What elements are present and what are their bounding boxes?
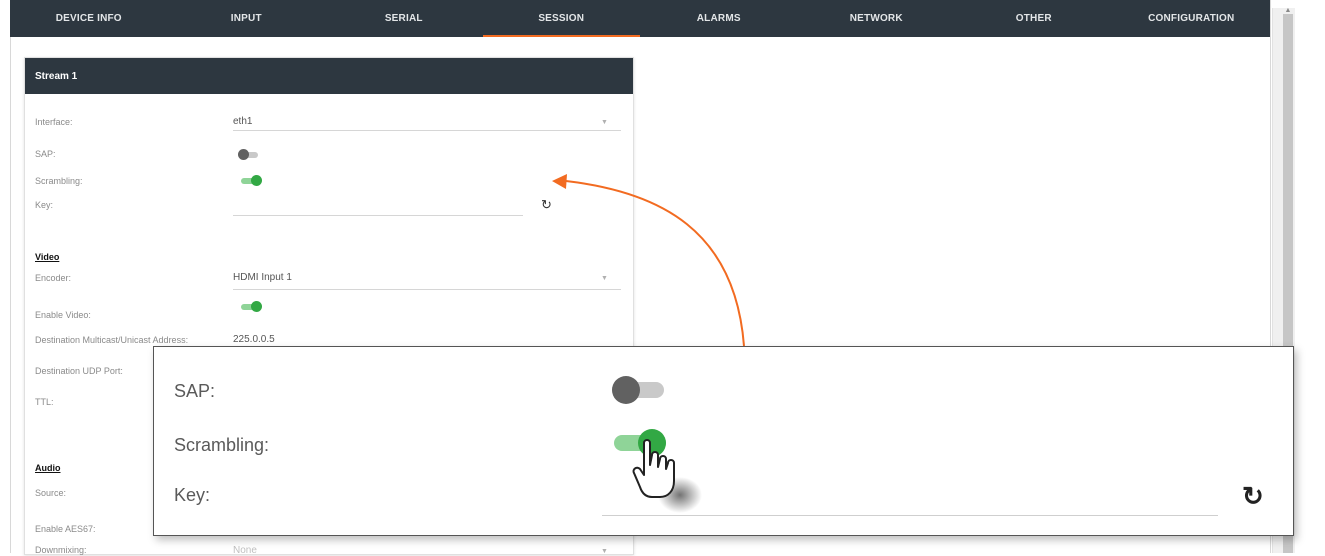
refresh-icon[interactable]: ↻ <box>1242 481 1264 512</box>
callout-key-underline <box>602 515 1218 516</box>
callout-sap-toggle[interactable] <box>612 376 666 404</box>
callout-scrambling-label: Scrambling: <box>174 435 270 455</box>
callout-sap-label: SAP: <box>174 381 216 401</box>
pointer-hand-icon <box>622 433 702 518</box>
callout-key-label: Key: <box>174 485 211 505</box>
zoom-callout: SAP: Scrambling: Key: ↻ <box>153 346 1294 536</box>
